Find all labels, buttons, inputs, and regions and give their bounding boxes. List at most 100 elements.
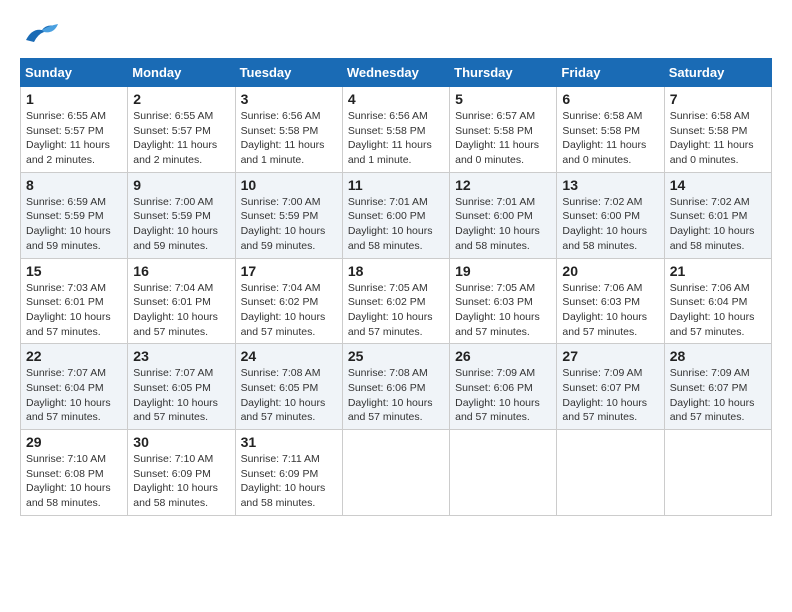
day-info: Sunrise: 7:01 AM Sunset: 6:00 PM Dayligh…	[455, 195, 551, 254]
calendar-cell: 20 Sunrise: 7:06 AM Sunset: 6:03 PM Dayli…	[557, 258, 664, 344]
day-info: Sunrise: 6:58 AM Sunset: 5:58 PM Dayligh…	[562, 109, 658, 168]
day-number: 1	[26, 91, 122, 107]
day-info: Sunrise: 7:00 AM Sunset: 5:59 PM Dayligh…	[133, 195, 229, 254]
calendar-cell	[342, 430, 449, 516]
calendar-cell: 19 Sunrise: 7:05 AM Sunset: 6:03 PM Dayli…	[450, 258, 557, 344]
calendar-cell	[557, 430, 664, 516]
day-number: 6	[562, 91, 658, 107]
calendar-cell: 9 Sunrise: 7:00 AM Sunset: 5:59 PM Daylig…	[128, 172, 235, 258]
day-info: Sunrise: 7:11 AM Sunset: 6:09 PM Dayligh…	[241, 452, 337, 511]
day-number: 22	[26, 348, 122, 364]
day-info: Sunrise: 7:06 AM Sunset: 6:04 PM Dayligh…	[670, 281, 766, 340]
day-info: Sunrise: 7:02 AM Sunset: 6:01 PM Dayligh…	[670, 195, 766, 254]
day-number: 20	[562, 263, 658, 279]
calendar-cell: 26Sunrise: 7:09 AM Sunset: 6:06 PM Dayli…	[450, 344, 557, 430]
calendar-cell: 29 Sunrise: 7:10 AM Sunset: 6:08 PM Dayli…	[21, 430, 128, 516]
calendar-cell	[450, 430, 557, 516]
day-info: Sunrise: 7:05 AM Sunset: 6:03 PM Dayligh…	[455, 281, 551, 340]
day-info: Sunrise: 7:09 AM Sunset: 6:06 PM Dayligh…	[455, 366, 551, 425]
day-number: 30	[133, 434, 229, 450]
day-info: Sunrise: 6:59 AM Sunset: 5:59 PM Dayligh…	[26, 195, 122, 254]
day-number: 12	[455, 177, 551, 193]
header-row: SundayMondayTuesdayWednesdayThursdayFrid…	[21, 59, 772, 87]
page-header	[20, 20, 772, 48]
calendar-body: 1 Sunrise: 6:55 AM Sunset: 5:57 PM Daylig…	[21, 87, 772, 516]
day-info: Sunrise: 7:07 AM Sunset: 6:05 PM Dayligh…	[133, 366, 229, 425]
header-thursday: Thursday	[450, 59, 557, 87]
calendar-cell: 5Sunrise: 6:57 AM Sunset: 5:58 PM Daylig…	[450, 87, 557, 173]
calendar-cell: 10Sunrise: 7:00 AM Sunset: 5:59 PM Dayli…	[235, 172, 342, 258]
day-number: 19	[455, 263, 551, 279]
calendar-cell: 14Sunrise: 7:02 AM Sunset: 6:01 PM Dayli…	[664, 172, 771, 258]
calendar-cell: 17 Sunrise: 7:04 AM Sunset: 6:02 PM Dayli…	[235, 258, 342, 344]
day-info: Sunrise: 7:00 AM Sunset: 5:59 PM Dayligh…	[241, 195, 337, 254]
day-number: 11	[348, 177, 444, 193]
calendar-cell: 1 Sunrise: 6:55 AM Sunset: 5:57 PM Daylig…	[21, 87, 128, 173]
calendar-table: SundayMondayTuesdayWednesdayThursdayFrid…	[20, 58, 772, 516]
calendar-cell: 4 Sunrise: 6:56 AM Sunset: 5:58 PM Daylig…	[342, 87, 449, 173]
calendar-cell: 22 Sunrise: 7:07 AM Sunset: 6:04 PM Dayli…	[21, 344, 128, 430]
calendar-cell: 21Sunrise: 7:06 AM Sunset: 6:04 PM Dayli…	[664, 258, 771, 344]
calendar-cell: 24 Sunrise: 7:08 AM Sunset: 6:05 PM Dayli…	[235, 344, 342, 430]
week-row-2: 8 Sunrise: 6:59 AM Sunset: 5:59 PM Daylig…	[21, 172, 772, 258]
day-number: 24	[241, 348, 337, 364]
day-info: Sunrise: 7:04 AM Sunset: 6:02 PM Dayligh…	[241, 281, 337, 340]
day-info: Sunrise: 7:03 AM Sunset: 6:01 PM Dayligh…	[26, 281, 122, 340]
day-number: 25	[348, 348, 444, 364]
day-info: Sunrise: 7:04 AM Sunset: 6:01 PM Dayligh…	[133, 281, 229, 340]
header-tuesday: Tuesday	[235, 59, 342, 87]
day-info: Sunrise: 6:56 AM Sunset: 5:58 PM Dayligh…	[348, 109, 444, 168]
calendar-cell: 6 Sunrise: 6:58 AM Sunset: 5:58 PM Daylig…	[557, 87, 664, 173]
day-number: 8	[26, 177, 122, 193]
calendar-cell: 12 Sunrise: 7:01 AM Sunset: 6:00 PM Dayli…	[450, 172, 557, 258]
day-number: 2	[133, 91, 229, 107]
day-number: 13	[562, 177, 658, 193]
day-info: Sunrise: 7:07 AM Sunset: 6:04 PM Dayligh…	[26, 366, 122, 425]
calendar-cell: 7Sunrise: 6:58 AM Sunset: 5:58 PM Daylig…	[664, 87, 771, 173]
calendar-cell: 23Sunrise: 7:07 AM Sunset: 6:05 PM Dayli…	[128, 344, 235, 430]
day-info: Sunrise: 7:08 AM Sunset: 6:05 PM Dayligh…	[241, 366, 337, 425]
calendar-cell: 30 Sunrise: 7:10 AM Sunset: 6:09 PM Dayli…	[128, 430, 235, 516]
header-wednesday: Wednesday	[342, 59, 449, 87]
calendar-cell: 13 Sunrise: 7:02 AM Sunset: 6:00 PM Dayli…	[557, 172, 664, 258]
calendar-cell: 8 Sunrise: 6:59 AM Sunset: 5:59 PM Daylig…	[21, 172, 128, 258]
logo	[20, 20, 60, 48]
day-number: 3	[241, 91, 337, 107]
day-info: Sunrise: 7:08 AM Sunset: 6:06 PM Dayligh…	[348, 366, 444, 425]
day-info: Sunrise: 6:55 AM Sunset: 5:57 PM Dayligh…	[133, 109, 229, 168]
day-info: Sunrise: 7:05 AM Sunset: 6:02 PM Dayligh…	[348, 281, 444, 340]
calendar-cell: 15 Sunrise: 7:03 AM Sunset: 6:01 PM Dayli…	[21, 258, 128, 344]
calendar-cell: 18 Sunrise: 7:05 AM Sunset: 6:02 PM Dayli…	[342, 258, 449, 344]
day-number: 17	[241, 263, 337, 279]
day-info: Sunrise: 7:09 AM Sunset: 6:07 PM Dayligh…	[562, 366, 658, 425]
calendar-cell: 31 Sunrise: 7:11 AM Sunset: 6:09 PM Dayli…	[235, 430, 342, 516]
calendar-cell: 25 Sunrise: 7:08 AM Sunset: 6:06 PM Dayli…	[342, 344, 449, 430]
header-sunday: Sunday	[21, 59, 128, 87]
day-number: 28	[670, 348, 766, 364]
header-monday: Monday	[128, 59, 235, 87]
day-info: Sunrise: 6:55 AM Sunset: 5:57 PM Dayligh…	[26, 109, 122, 168]
calendar-header: SundayMondayTuesdayWednesdayThursdayFrid…	[21, 59, 772, 87]
week-row-1: 1 Sunrise: 6:55 AM Sunset: 5:57 PM Daylig…	[21, 87, 772, 173]
day-number: 31	[241, 434, 337, 450]
day-info: Sunrise: 6:56 AM Sunset: 5:58 PM Dayligh…	[241, 109, 337, 168]
day-number: 18	[348, 263, 444, 279]
header-friday: Friday	[557, 59, 664, 87]
day-info: Sunrise: 7:10 AM Sunset: 6:08 PM Dayligh…	[26, 452, 122, 511]
day-info: Sunrise: 7:02 AM Sunset: 6:00 PM Dayligh…	[562, 195, 658, 254]
day-info: Sunrise: 7:06 AM Sunset: 6:03 PM Dayligh…	[562, 281, 658, 340]
day-number: 9	[133, 177, 229, 193]
day-number: 27	[562, 348, 658, 364]
week-row-3: 15 Sunrise: 7:03 AM Sunset: 6:01 PM Dayli…	[21, 258, 772, 344]
day-info: Sunrise: 6:57 AM Sunset: 5:58 PM Dayligh…	[455, 109, 551, 168]
calendar-cell: 16Sunrise: 7:04 AM Sunset: 6:01 PM Dayli…	[128, 258, 235, 344]
day-number: 7	[670, 91, 766, 107]
day-number: 15	[26, 263, 122, 279]
day-info: Sunrise: 7:01 AM Sunset: 6:00 PM Dayligh…	[348, 195, 444, 254]
calendar-cell: 3 Sunrise: 6:56 AM Sunset: 5:58 PM Daylig…	[235, 87, 342, 173]
logo-bird-icon	[24, 20, 60, 48]
day-info: Sunrise: 7:10 AM Sunset: 6:09 PM Dayligh…	[133, 452, 229, 511]
day-info: Sunrise: 7:09 AM Sunset: 6:07 PM Dayligh…	[670, 366, 766, 425]
day-number: 4	[348, 91, 444, 107]
day-number: 29	[26, 434, 122, 450]
